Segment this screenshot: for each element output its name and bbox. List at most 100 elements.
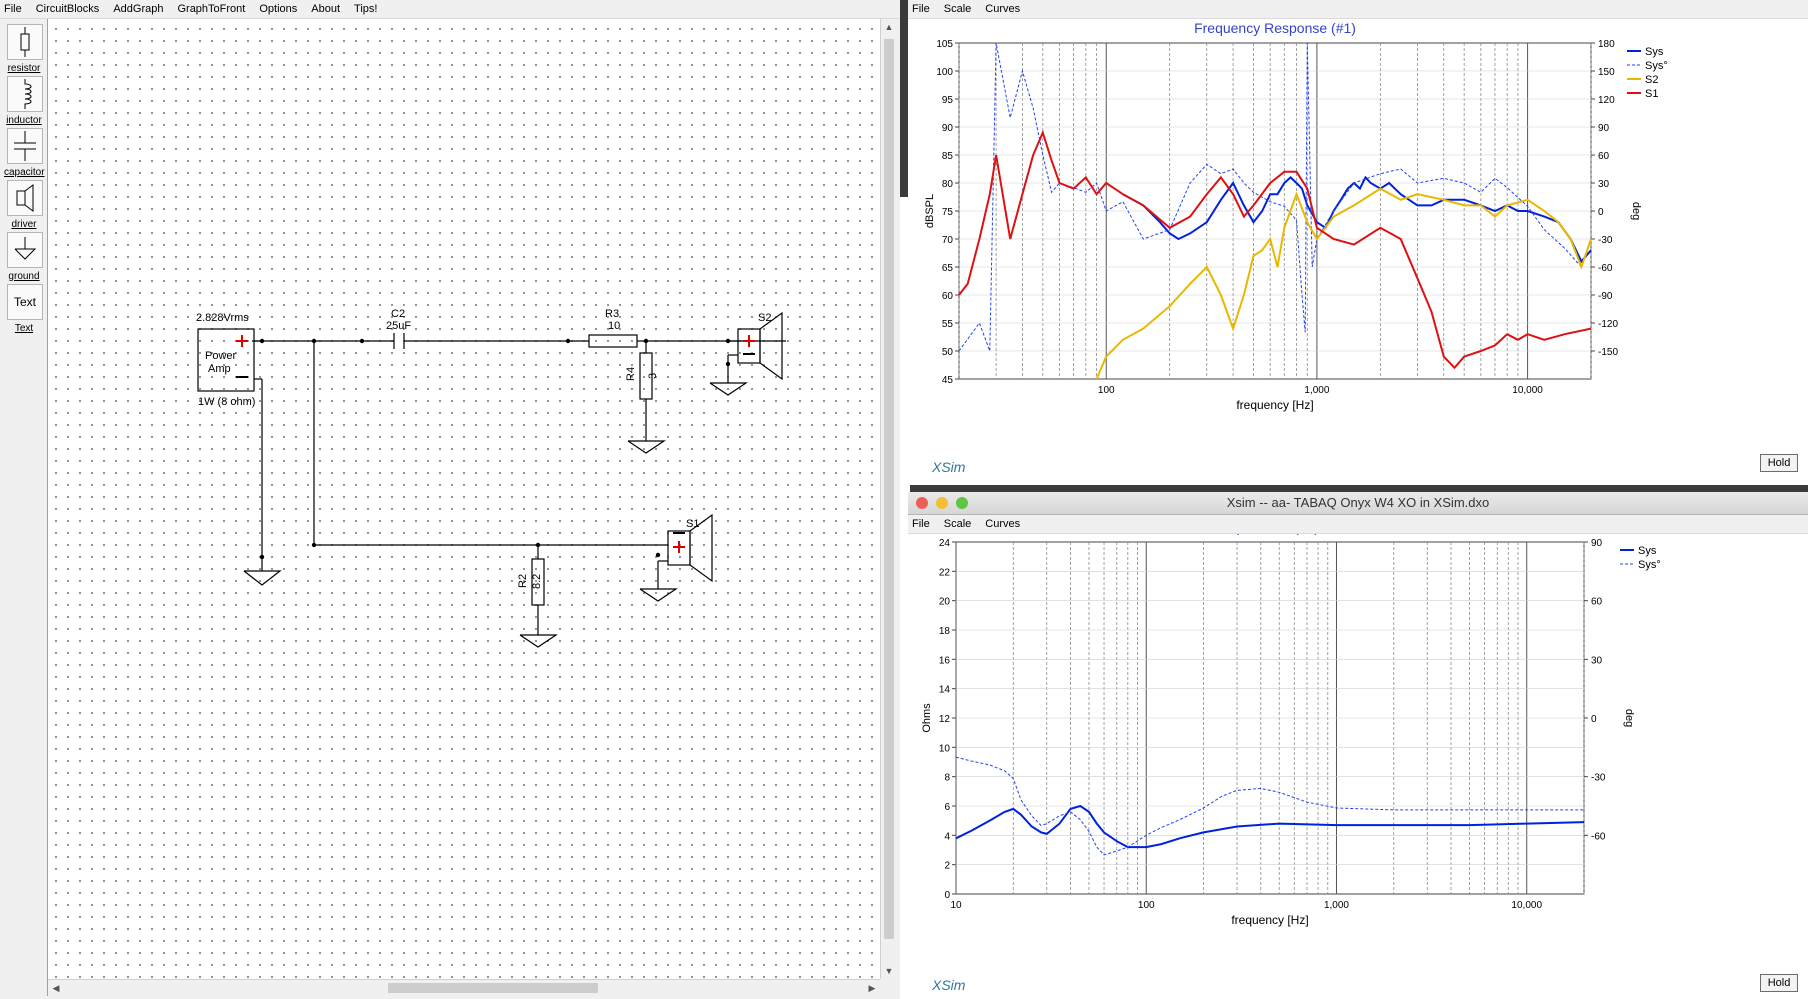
scroll-down-icon[interactable]: ▼	[881, 963, 897, 979]
x-tick-label: 100	[1138, 900, 1155, 911]
impedance-menubar: File Scale Curves	[908, 515, 1808, 534]
y2-tick-label: 180	[1598, 39, 1615, 50]
palette-driver[interactable]: driver	[4, 177, 44, 235]
menu-file[interactable]: File	[0, 0, 29, 16]
y2-tick-label: -150	[1598, 347, 1618, 358]
r3-name-label: R3	[605, 308, 619, 320]
schematic-drawing: 2.828Vrms Power Amp 1W (8 ohm) C2 25uF R…	[196, 308, 786, 648]
menu-file[interactable]: File	[908, 0, 937, 16]
menu-options[interactable]: Options	[252, 0, 304, 16]
schematic-canvas[interactable]: 2.828Vrms Power Amp 1W (8 ohm) C2 25uF R…	[48, 19, 880, 979]
maximize-icon[interactable]	[956, 497, 968, 509]
frequency-response-chart: 105 100 95 90 85 80 75 70 65 60 55 50 45 180 150 120 90 6…	[924, 20, 1668, 412]
menu-circuitblocks[interactable]: CircuitBlocks	[29, 0, 107, 16]
y-tick-label: 85	[942, 151, 954, 162]
impedance-window: Xsim -- aa- TABAQ Onyx W4 XO in XSim.dxo…	[908, 492, 1808, 999]
y-tick-label: 22	[939, 567, 951, 578]
menu-addgraph[interactable]: AddGraph	[106, 0, 170, 16]
y-tick-label: 4	[944, 831, 950, 842]
fr-hold-button[interactable]: Hold	[1760, 454, 1798, 472]
chart-title: Frequency Response (#1)	[1194, 20, 1356, 36]
minimize-icon[interactable]	[936, 497, 948, 509]
menu-about[interactable]: About	[304, 0, 347, 16]
ground-icon[interactable]	[7, 232, 43, 268]
x-tick-label: 100	[1098, 385, 1115, 396]
amp-name-line2: Amp	[208, 363, 231, 375]
y2-tick-label: 120	[1598, 95, 1615, 106]
driver-icon[interactable]	[7, 180, 43, 216]
y-tick-label: 70	[942, 235, 954, 246]
horizontal-scrollbar[interactable]: ◀ ▶	[48, 979, 880, 997]
impedance-titlebar[interactable]: Xsim -- aa- TABAQ Onyx W4 XO in XSim.dxo	[908, 492, 1808, 515]
resistor-icon[interactable]	[7, 24, 43, 60]
schematic-menubar: File CircuitBlocks AddGraph GraphToFront Opt…	[0, 0, 900, 19]
impedance-window-title: Xsim -- aa- TABAQ Onyx W4 XO in XSim.dxo	[1226, 495, 1490, 510]
y2-tick-label: 30	[1591, 655, 1603, 666]
y2-tick-label: 0	[1591, 714, 1597, 725]
y2-tick-label: -120	[1598, 319, 1618, 330]
y-tick-label: 65	[942, 263, 954, 274]
y2-tick-label: -30	[1591, 773, 1606, 784]
x-tick-label: 10	[950, 900, 962, 911]
text-icon[interactable]: Text	[7, 284, 43, 320]
menu-scale[interactable]: Scale	[937, 0, 979, 16]
y-axis-label: dBSPL	[924, 194, 936, 228]
y-tick-label: 8	[944, 773, 950, 784]
y-tick-label: 20	[939, 597, 951, 608]
palette-text[interactable]: Text Text	[4, 281, 44, 339]
r3-resistor[interactable]	[588, 334, 638, 348]
imp-xsim-brand: XSim	[932, 977, 966, 993]
x-axis-label: frequency [Hz]	[1231, 913, 1308, 927]
y2-tick-label: 60	[1591, 597, 1603, 608]
inductor-icon[interactable]	[7, 76, 43, 112]
palette-label[interactable]: Text	[4, 323, 44, 334]
frequency-response-window: File Scale Curves 105 100 95 90 85 80 75 70 65 60 55…	[908, 0, 1808, 485]
y2-tick-label: -60	[1598, 263, 1613, 274]
y2-tick-label: -90	[1598, 291, 1613, 302]
vertical-scroll-thumb[interactable]	[884, 39, 894, 939]
y2-tick-label: -30	[1598, 235, 1613, 246]
y2-tick-label: 30	[1598, 179, 1610, 190]
menu-curves[interactable]: Curves	[978, 0, 1027, 16]
legend-label: Sys°	[1638, 559, 1661, 571]
scroll-right-icon[interactable]: ▶	[864, 980, 880, 996]
imp-hold-button[interactable]: Hold	[1760, 974, 1798, 992]
menu-curves[interactable]: Curves	[978, 515, 1027, 531]
close-icon[interactable]	[916, 497, 928, 509]
palette-ground[interactable]: ground	[4, 229, 44, 287]
y-tick-label: 24	[939, 538, 951, 549]
amp-power-label: 1W (8 ohm)	[198, 396, 255, 408]
y-tick-label: 55	[942, 319, 954, 330]
menu-graphtofront[interactable]: GraphToFront	[170, 0, 252, 16]
y-tick-label: 100	[936, 67, 953, 78]
y2-tick-label: 90	[1591, 538, 1603, 549]
x-tick-label: 10,000	[1511, 900, 1542, 911]
y-tick-label: 45	[942, 375, 954, 386]
amp-name-line1: Power	[205, 350, 237, 362]
scroll-up-icon[interactable]: ▲	[881, 19, 897, 35]
palette-resistor[interactable]: resistor	[4, 21, 44, 79]
text-tool-glyph: Text	[13, 295, 36, 309]
scroll-left-icon[interactable]: ◀	[48, 980, 64, 996]
ground-symbol	[519, 634, 558, 648]
vertical-scrollbar[interactable]: ▲ ▼	[880, 19, 897, 979]
y2-tick-label: 90	[1598, 123, 1610, 134]
impedance-chart: 2422201816141210864209060300-30-6010 100 1…	[921, 534, 1661, 927]
palette-inductor[interactable]: inductor	[4, 73, 44, 131]
ground-symbol	[627, 440, 666, 454]
menu-tips[interactable]: Tips!	[347, 0, 384, 16]
palette-capacitor[interactable]: capacitor	[4, 125, 45, 183]
horizontal-scroll-thumb[interactable]	[388, 983, 598, 993]
y-tick-label: 80	[942, 179, 954, 190]
y-axis-label: Ohms	[921, 703, 933, 733]
y-tick-label: 90	[942, 123, 954, 134]
menu-scale[interactable]: Scale	[937, 515, 979, 531]
y-tick-label: 60	[942, 291, 954, 302]
menu-file[interactable]: File	[908, 515, 937, 531]
fr-xsim-brand: XSim	[932, 459, 966, 475]
x-tick-label: 10,000	[1512, 385, 1543, 396]
y-tick-label: 6	[944, 802, 950, 813]
legend-label: S2	[1645, 74, 1658, 86]
capacitor-icon[interactable]	[7, 128, 43, 164]
amp-voltage-label: 2.828Vrms	[196, 312, 249, 324]
